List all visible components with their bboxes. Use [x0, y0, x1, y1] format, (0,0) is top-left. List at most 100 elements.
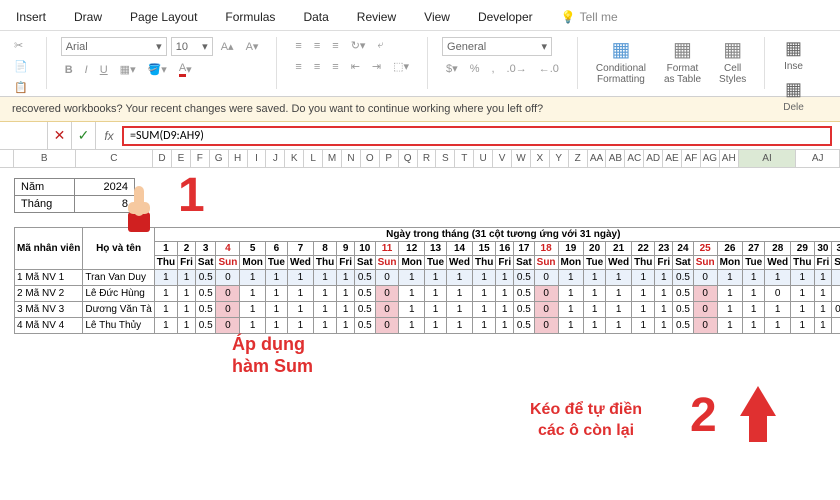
tab-review[interactable]: Review	[353, 6, 400, 30]
col-header-F[interactable]: F	[191, 150, 210, 167]
col-header-U[interactable]: U	[474, 150, 493, 167]
align-bottom-icon[interactable]: ≡	[328, 38, 342, 54]
col-header-T[interactable]: T	[455, 150, 474, 167]
cell[interactable]: 0.5	[355, 318, 376, 334]
col-header-AI[interactable]: AI	[739, 150, 797, 167]
col-header-P[interactable]: P	[380, 150, 399, 167]
fill-color-icon[interactable]: 🪣▾	[144, 61, 171, 78]
cell[interactable]: 1	[447, 286, 473, 302]
cell[interactable]: 1	[743, 318, 765, 334]
cell[interactable]: 0.5	[355, 286, 376, 302]
conditional-formatting-button[interactable]: ▦Conditional Formatting	[592, 37, 650, 87]
col-header-W[interactable]: W	[512, 150, 531, 167]
cell[interactable]: 1	[632, 302, 655, 318]
cell[interactable]: 0.5	[355, 302, 376, 318]
cell[interactable]: 1	[632, 286, 655, 302]
delete-cells-button[interactable]: ▦Dele	[779, 78, 808, 115]
cell[interactable]: 1	[717, 286, 743, 302]
col-header-Y[interactable]: Y	[550, 150, 569, 167]
cell[interactable]: 1	[425, 318, 447, 334]
cell[interactable]: 1	[265, 318, 287, 334]
year-value[interactable]: 2024	[75, 179, 135, 196]
cell[interactable]: 1	[743, 270, 765, 286]
cell[interactable]: 0	[375, 286, 399, 302]
cut-icon[interactable]: ✂	[10, 37, 32, 54]
cell[interactable]: 1	[558, 270, 584, 286]
currency-icon[interactable]: $▾	[442, 60, 462, 77]
cell[interactable]: 1	[287, 302, 313, 318]
cell[interactable]: 1	[832, 270, 840, 286]
tab-insert[interactable]: Insert	[12, 6, 50, 30]
formula-input[interactable]: =SUM(D9:AH9)	[122, 126, 832, 146]
sheet[interactable]: Năm2024 Tháng8 Mã nhân viênHọ và tênNgày…	[0, 168, 840, 334]
cell[interactable]: 1	[717, 318, 743, 334]
wrap-text-icon[interactable]: ⤶	[373, 37, 387, 54]
cell[interactable]: 1	[154, 302, 177, 318]
cancel-formula-icon[interactable]: ✕	[48, 122, 72, 149]
tab-draw[interactable]: Draw	[70, 6, 106, 30]
decrease-font-icon[interactable]: A▾	[242, 38, 263, 55]
cell[interactable]: 0.5	[673, 302, 694, 318]
orientation-icon[interactable]: ↻▾	[347, 37, 370, 54]
cell[interactable]: 1	[337, 318, 355, 334]
tab-view[interactable]: View	[420, 6, 454, 30]
cell[interactable]: 0	[693, 302, 717, 318]
col-header-D[interactable]: D	[153, 150, 172, 167]
col-header-I[interactable]: I	[248, 150, 267, 167]
cell[interactable]: 0	[216, 286, 240, 302]
cell[interactable]: 1	[265, 302, 287, 318]
bold-button[interactable]: B	[61, 62, 77, 78]
cell[interactable]: 0	[375, 302, 399, 318]
cell[interactable]: 0.5	[832, 302, 840, 318]
cell[interactable]: 1	[606, 286, 632, 302]
increase-font-icon[interactable]: A▴	[217, 38, 238, 55]
cell[interactable]: 1	[814, 302, 832, 318]
font-select[interactable]: Arial▾	[61, 37, 167, 56]
cell[interactable]: 0.5	[355, 270, 376, 286]
col-header-AF[interactable]: AF	[682, 150, 701, 167]
cell[interactable]: 1	[791, 286, 814, 302]
cell[interactable]: 1	[743, 286, 765, 302]
cell[interactable]: 1	[313, 270, 336, 286]
cell[interactable]: 0.5	[195, 302, 216, 318]
cell[interactable]: 0.5	[514, 286, 535, 302]
cell[interactable]: 1	[655, 302, 673, 318]
cell[interactable]: 1	[606, 318, 632, 334]
cell[interactable]: 1	[337, 286, 355, 302]
fx-icon[interactable]: fx	[96, 129, 122, 143]
cell[interactable]: 1	[313, 286, 336, 302]
align-right-icon[interactable]: ≡	[328, 59, 342, 75]
cell[interactable]: 1	[584, 318, 606, 334]
cell[interactable]: 1	[717, 270, 743, 286]
cell[interactable]: 0.5	[673, 318, 694, 334]
cell[interactable]: 1	[791, 302, 814, 318]
cell[interactable]: 1	[765, 318, 791, 334]
tell-me[interactable]: 💡 Tell me	[557, 6, 622, 30]
cell[interactable]: 0	[534, 302, 558, 318]
cell[interactable]: 1	[313, 318, 336, 334]
col-header-J[interactable]: J	[266, 150, 285, 167]
col-header-G[interactable]: G	[210, 150, 229, 167]
cell[interactable]: 1	[447, 270, 473, 286]
cell[interactable]: 1	[154, 270, 177, 286]
cell[interactable]: 1	[265, 286, 287, 302]
italic-button[interactable]: I	[81, 62, 92, 78]
cell[interactable]: 1	[832, 286, 840, 302]
tab-formulas[interactable]: Formulas	[221, 6, 279, 30]
cell[interactable]: 1	[814, 286, 832, 302]
cell[interactable]: 1	[399, 302, 425, 318]
cell-styles-button[interactable]: ▦Cell Styles	[715, 37, 750, 87]
col-header-Z[interactable]: Z	[569, 150, 588, 167]
cell[interactable]: 1	[765, 302, 791, 318]
cell[interactable]: 1	[496, 318, 514, 334]
cell[interactable]: 0	[375, 270, 399, 286]
cell[interactable]: 1	[287, 318, 313, 334]
cell[interactable]: 1	[814, 270, 832, 286]
cell[interactable]: 1	[558, 302, 584, 318]
cell[interactable]: 1	[178, 302, 196, 318]
cell[interactable]: 0.5	[195, 318, 216, 334]
col-header-H[interactable]: H	[229, 150, 248, 167]
cell[interactable]: 1	[313, 302, 336, 318]
cell[interactable]: 1	[496, 302, 514, 318]
col-header-R[interactable]: R	[418, 150, 437, 167]
